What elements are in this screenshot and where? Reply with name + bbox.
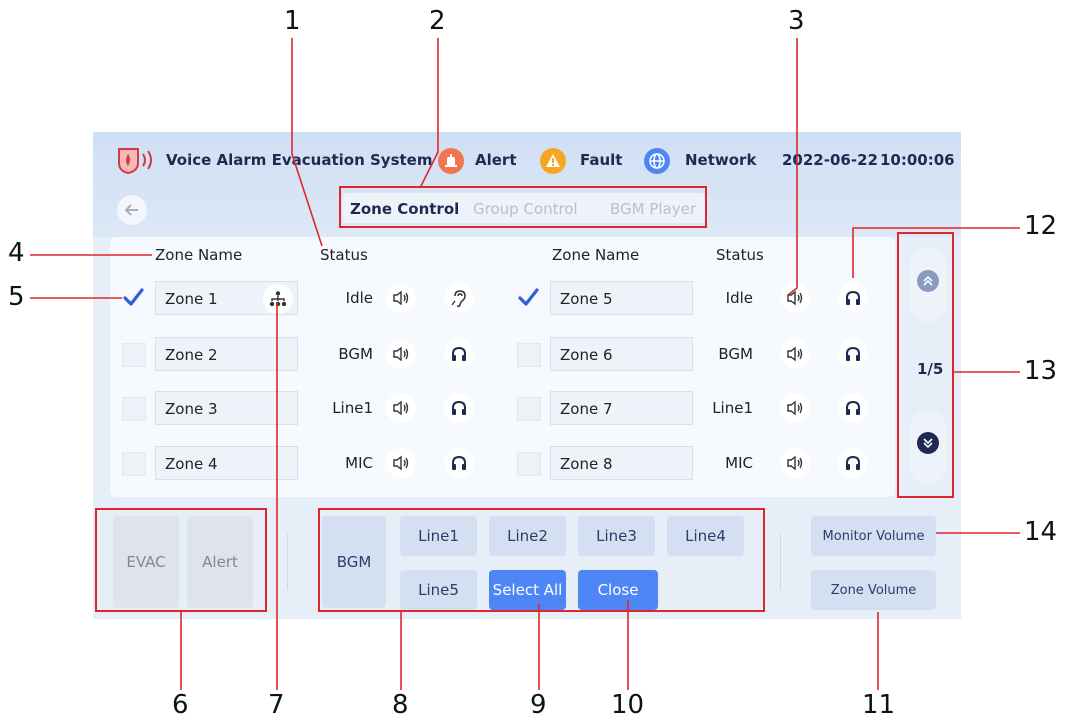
callout-number-12: 12 — [1024, 211, 1058, 241]
callout-number-6: 6 — [172, 690, 189, 720]
callout-lines — [30, 38, 1020, 690]
callout-number-1: 1 — [284, 6, 301, 36]
callout-number-10: 10 — [611, 690, 645, 720]
callout-number-4: 4 — [8, 238, 25, 268]
callout-number-13: 13 — [1024, 356, 1058, 386]
callout-number-14: 14 — [1024, 517, 1058, 547]
callout-number-2: 2 — [429, 6, 446, 36]
callout-number-11: 11 — [862, 690, 896, 720]
callout-number-9: 9 — [530, 690, 547, 720]
callout-number-7: 7 — [268, 690, 285, 720]
callout-number-3: 3 — [788, 6, 805, 36]
callout-number-8: 8 — [392, 690, 409, 720]
callout-number-5: 5 — [8, 282, 25, 312]
